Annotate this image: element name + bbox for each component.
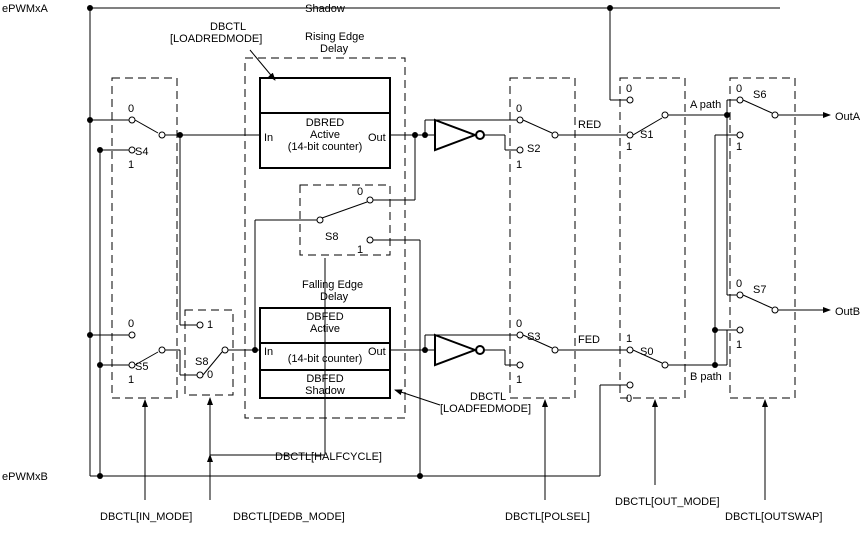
switch-s7: S7	[753, 284, 766, 296]
output-b: OutB	[835, 306, 860, 318]
switch-s6: S6	[753, 89, 766, 101]
switch-s8b: S8	[195, 356, 208, 368]
inverter-fed	[435, 335, 475, 365]
s0-zero: 0	[626, 393, 632, 405]
s3-one: 1	[516, 374, 522, 386]
ctrl-loadred: DBCTL[LOADREDMODE]	[170, 21, 262, 45]
s2-zero: 0	[516, 103, 522, 115]
ctrl-halfcycle: DBCTL[HALFCYCLE]	[275, 451, 382, 463]
s4-one: 1	[128, 159, 134, 171]
switch-s3: S3	[527, 331, 540, 343]
ctrl-dedb-mode: DBCTL[DEDB_MODE]	[233, 511, 345, 523]
ctrl-polsel: DBCTL[POLSEL]	[505, 511, 590, 523]
s6-one: 1	[736, 141, 742, 153]
input-epwmxa: ePWMxA	[2, 3, 49, 15]
s8b-one: 1	[207, 319, 213, 331]
s1-one: 1	[626, 141, 632, 153]
dbred-in: In	[264, 132, 273, 144]
switch-s8: S8	[325, 231, 338, 243]
s7-one: 1	[736, 339, 742, 351]
s2-one: 1	[516, 159, 522, 171]
s7-zero: 0	[736, 278, 742, 290]
s5-zero: 0	[128, 318, 134, 330]
ctrl-outswap: DBCTL[OUTSWAP]	[725, 511, 822, 523]
falling-title: Falling EdgeDelay	[302, 279, 363, 303]
switch-s5: S5	[135, 361, 148, 373]
signal-red: RED	[578, 119, 601, 131]
s4-zero: 0	[128, 103, 134, 115]
a-path: A path	[690, 99, 721, 111]
input-epwmxb: ePWMxB	[2, 471, 48, 483]
rising-title: Rising EdgeDelay	[305, 31, 364, 55]
switch-s1: S1	[640, 129, 653, 141]
ctrl-loadfed: DBCTL[LOADFEDMODE]	[440, 391, 531, 415]
switch-s4: S4	[135, 146, 148, 158]
s0-one: 1	[626, 333, 632, 345]
s8b-zero: 0	[207, 369, 213, 381]
signal-fed: FED	[578, 334, 600, 346]
s3-zero: 0	[516, 318, 522, 330]
s8-one: 1	[357, 244, 363, 256]
s5-one: 1	[128, 374, 134, 386]
s8-zero: 0	[357, 186, 363, 198]
dbfed-out: Out	[368, 346, 386, 358]
ctrl-in-mode: DBCTL[IN_MODE]	[100, 511, 192, 523]
dbred-out: Out	[368, 132, 386, 144]
switch-s2: S2	[527, 143, 540, 155]
switch-s0: S0	[640, 346, 653, 358]
output-a: OutA	[835, 111, 861, 123]
s6-zero: 0	[736, 83, 742, 95]
b-path: B path	[690, 371, 722, 383]
inverter-red	[435, 120, 475, 150]
ctrl-out-mode: DBCTL[OUT_MODE]	[615, 496, 720, 508]
dbred-active: DBREDActive(14-bit counter)	[288, 117, 363, 153]
dbfed-in: In	[264, 346, 273, 358]
dbred-shadow: DBREDShadow	[305, 0, 345, 15]
s1-zero: 0	[626, 83, 632, 95]
